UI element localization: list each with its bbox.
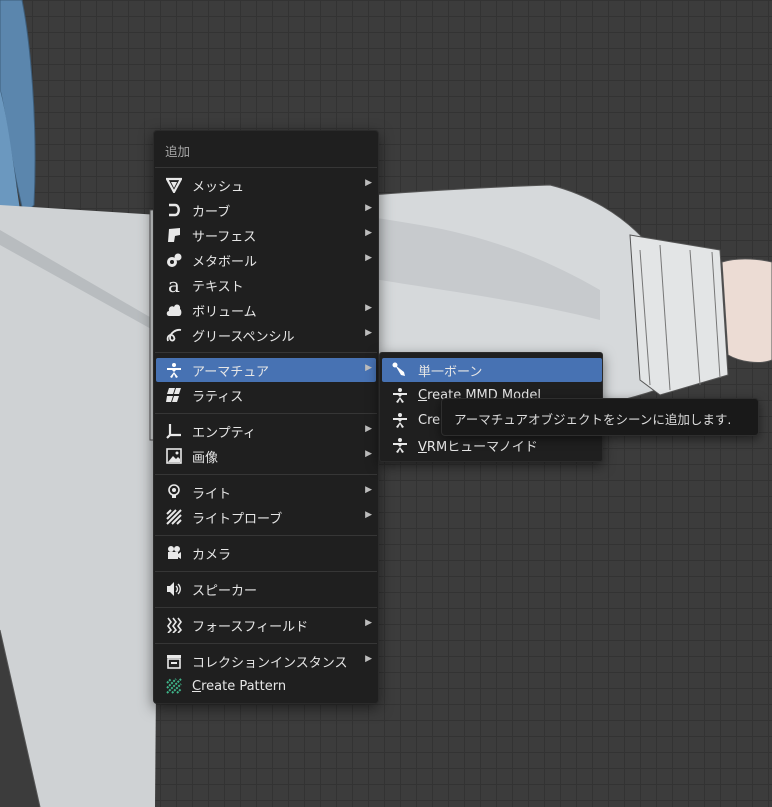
menu-item-label: グリースペンシル	[192, 329, 295, 345]
collection-instance-icon	[165, 652, 183, 670]
curve-icon	[165, 201, 183, 219]
menu-item-label: フォースフィールド	[192, 619, 309, 635]
menu-item-label: メッシュ	[192, 179, 245, 195]
submenu-arrow-icon: ▶	[365, 654, 372, 664]
menu-item-armature[interactable]: アーマチュア ▶	[156, 358, 376, 382]
text-icon: a	[168, 273, 180, 297]
surface-icon	[165, 226, 183, 244]
image-icon	[165, 447, 183, 465]
armature-icon	[391, 436, 409, 454]
menu-item-lattice[interactable]: ラティス	[156, 383, 376, 407]
submenu-arrow-icon: ▶	[365, 363, 372, 373]
menu-title: 追加	[165, 144, 191, 159]
armature-icon	[391, 411, 409, 429]
separator	[155, 474, 377, 475]
submenu-arrow-icon: ▶	[365, 449, 372, 459]
mesh-icon	[165, 176, 183, 194]
grease-pencil-icon	[165, 326, 183, 344]
armature-icon	[165, 361, 183, 379]
separator	[155, 167, 377, 168]
submenu-arrow-icon: ▶	[365, 203, 372, 213]
menu-item-label: サーフェス	[192, 229, 257, 245]
submenu-arrow-icon: ▶	[365, 303, 372, 313]
submenu-item-vrm-humanoid[interactable]: VRMヒューマノイド	[382, 433, 602, 457]
menu-item-label: エンプティ	[192, 425, 256, 441]
menu-item-light-probe[interactable]: ライトプローブ ▶	[156, 505, 376, 529]
bone-icon	[391, 361, 409, 379]
menu-item-label: コレクションインスタンス	[192, 655, 348, 671]
menu-item-label: 画像	[192, 450, 219, 466]
submenu-arrow-icon: ▶	[365, 618, 372, 628]
pattern-icon	[165, 677, 183, 695]
tooltip: アーマチュアオブジェクトをシーンに追加します.	[441, 398, 759, 436]
menu-item-mesh[interactable]: メッシュ ▶	[156, 173, 376, 197]
submenu-item-label: VRMヒューマノイド	[418, 439, 538, 455]
menu-item-grease-pencil[interactable]: グリースペンシル ▶	[156, 323, 376, 347]
submenu-arrow-icon: ▶	[365, 328, 372, 338]
light-probe-icon	[165, 508, 183, 526]
metaball-icon	[165, 251, 183, 269]
menu-item-label: Create Pattern	[192, 678, 287, 694]
submenu-arrow-icon: ▶	[365, 178, 372, 188]
menu-item-curve[interactable]: カーブ ▶	[156, 198, 376, 222]
menu-item-label: カメラ	[192, 547, 232, 563]
lattice-icon	[165, 386, 183, 404]
menu-item-label: アーマチュア	[192, 364, 269, 380]
camera-icon	[165, 544, 183, 562]
separator	[155, 607, 377, 608]
menu-item-speaker[interactable]: スピーカー	[156, 577, 376, 601]
speaker-icon	[165, 580, 183, 598]
submenu-arrow-icon: ▶	[365, 424, 372, 434]
force-field-icon	[165, 616, 183, 634]
menu-item-text[interactable]: a テキスト	[156, 273, 376, 297]
submenu-item-single-bone[interactable]: 単一ボーン	[382, 358, 602, 382]
submenu-item-label: 単一ボーン	[418, 364, 483, 380]
menu-item-label: メタボール	[192, 254, 258, 270]
separator	[155, 571, 377, 572]
menu-item-light[interactable]: ライト ▶	[156, 480, 376, 504]
light-icon	[165, 483, 183, 501]
armature-icon	[391, 386, 409, 404]
menu-item-create-pattern[interactable]: Create Pattern	[156, 674, 376, 698]
separator	[155, 413, 377, 414]
submenu-arrow-icon: ▶	[365, 228, 372, 238]
menu-item-label: ライト	[192, 486, 232, 502]
submenu-arrow-icon: ▶	[365, 485, 372, 495]
empty-icon	[165, 422, 183, 440]
menu-item-label: スピーカー	[192, 583, 258, 599]
menu-item-image[interactable]: 画像 ▶	[156, 444, 376, 468]
menu-item-force-field[interactable]: フォースフィールド ▶	[156, 613, 376, 637]
separator	[155, 643, 377, 644]
add-menu: 追加 メッシュ ▶ カーブ ▶ サーフェス ▶ メタボール ▶ a テキスト ボ…	[153, 130, 379, 704]
menu-item-volume[interactable]: ボリューム ▶	[156, 298, 376, 322]
menu-item-label: テキスト	[192, 279, 244, 295]
separator	[155, 352, 377, 353]
3d-viewport[interactable]: 追加 メッシュ ▶ カーブ ▶ サーフェス ▶ メタボール ▶ a テキスト ボ…	[0, 0, 772, 807]
submenu-arrow-icon: ▶	[365, 510, 372, 520]
menu-item-camera[interactable]: カメラ	[156, 541, 376, 565]
menu-item-label: ボリューム	[192, 304, 257, 320]
menu-item-collection-instance[interactable]: コレクションインスタンス ▶	[156, 649, 376, 673]
volume-icon	[165, 301, 183, 319]
submenu-arrow-icon: ▶	[365, 253, 372, 263]
menu-item-label: カーブ	[192, 204, 231, 220]
menu-item-label: ラティス	[192, 389, 244, 405]
separator	[155, 535, 377, 536]
menu-item-surface[interactable]: サーフェス ▶	[156, 223, 376, 247]
menu-item-label: ライトプローブ	[192, 511, 283, 527]
menu-item-empty[interactable]: エンプティ ▶	[156, 419, 376, 443]
menu-item-metaball[interactable]: メタボール ▶	[156, 248, 376, 272]
